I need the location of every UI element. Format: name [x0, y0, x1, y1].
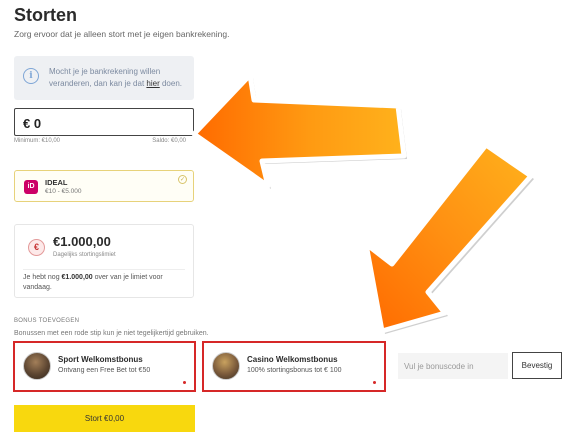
divider	[23, 269, 185, 270]
page-subtitle: Zorg ervoor dat je alleen stort met je e…	[14, 29, 230, 39]
bonus-code-input[interactable]	[398, 353, 508, 379]
red-dot-indicator	[373, 381, 376, 384]
info-text: Mocht je je bankrekening willen verander…	[49, 67, 182, 88]
payment-method-name: IDEAL	[45, 178, 68, 187]
payment-method-ideal[interactable]: iD IDEAL €10 - €5.000 ✓	[14, 170, 194, 202]
limit-label: Dagelijks stortingslimiet	[53, 252, 116, 258]
limit-amount: €1.000,00	[53, 234, 111, 249]
page-title: Storten	[14, 5, 77, 25]
info-icon: i	[23, 68, 39, 84]
down-left-arrow-icon	[363, 142, 534, 334]
casino-welcome-bonus-card[interactable]: Casino Welkomstbonus 100% stortingsbonus…	[202, 341, 386, 392]
saldo-label: Saldo: €0,00	[152, 138, 186, 144]
bonus-note: Bonussen met een rode stip kun je niet t…	[14, 330, 209, 337]
red-dot-indicator	[183, 381, 186, 384]
change-bank-account-link[interactable]: hier	[146, 79, 159, 88]
bank-account-info-box: i Mocht je je bankrekening willen verand…	[14, 56, 194, 100]
payment-method-range: €10 - €5.000	[45, 188, 82, 195]
bonus-description: Ontvang een Free Bet tot €50	[58, 367, 151, 374]
amount-limits: Minimum: €10,00 Saldo: €0,00	[14, 138, 186, 144]
sport-welcome-bonus-card[interactable]: Sport Welkomstbonus Ontvang een Free Bet…	[13, 341, 196, 392]
casino-bonus-avatar	[212, 352, 240, 380]
bonus-section-heading: BONUS TOEVOEGEN	[14, 318, 80, 324]
check-icon: ✓	[178, 175, 187, 184]
minimum-label: Minimum: €10,00	[14, 138, 61, 144]
deposit-limit-card: € €1.000,00 Dagelijks stortingslimiet Je…	[14, 224, 194, 298]
bonus-title: Casino Welkomstbonus	[247, 355, 338, 364]
euro-icon: €	[28, 239, 45, 256]
bonus-title: Sport Welkomstbonus	[58, 355, 143, 364]
left-arrow-icon	[191, 72, 407, 189]
confirm-bonus-code-button[interactable]: Bevestig	[512, 352, 562, 379]
ideal-logo-icon: iD	[24, 180, 38, 194]
deposit-submit-button[interactable]: Stort €0,00	[14, 405, 195, 432]
amount-value: € 0	[23, 116, 42, 131]
sport-bonus-avatar	[23, 352, 51, 380]
amount-input[interactable]: € 0	[14, 108, 194, 136]
bonus-description: 100% stortingsbonus tot € 100	[247, 367, 342, 374]
limit-remaining-text: Je hebt nog €1.000,00 over van je limiet…	[23, 274, 163, 291]
